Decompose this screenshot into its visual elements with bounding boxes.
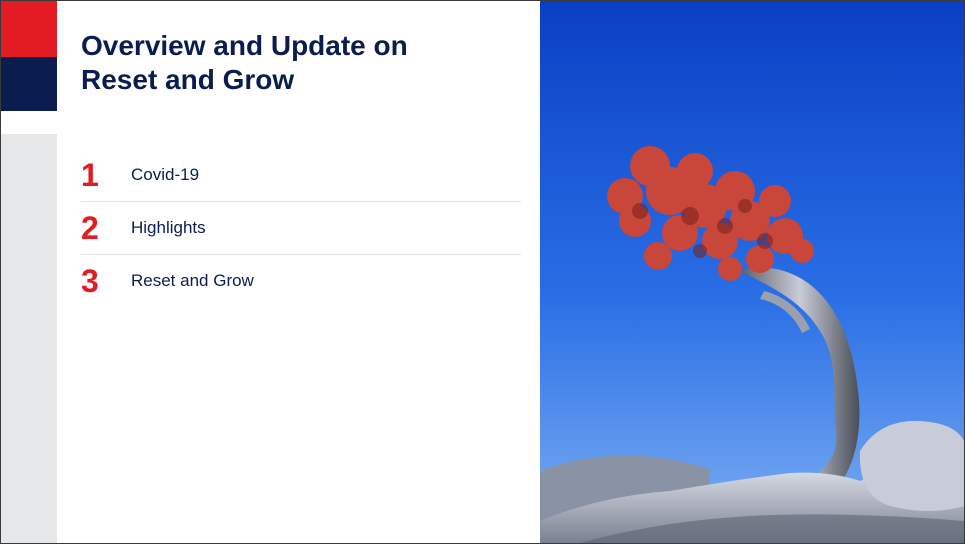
agenda-number: 1 (81, 157, 99, 193)
accent-bar-red (1, 1, 57, 57)
slide: Overview and Update on Reset and Grow 1 … (0, 0, 965, 544)
side-bar-grey (1, 134, 57, 543)
title-line-1: Overview and Update on (81, 30, 408, 61)
rock-boulder (859, 420, 964, 511)
agenda-number: 3 (81, 263, 99, 299)
tree-photo (540, 1, 964, 543)
slide-title: Overview and Update on Reset and Grow (81, 29, 521, 97)
tree-photo-svg (540, 1, 964, 543)
title-line-2: Reset and Grow (81, 64, 295, 95)
agenda-item-covid: 1 Covid-19 (81, 149, 521, 202)
agenda-item-highlights: 2 Highlights (81, 202, 521, 255)
agenda-list: 1 Covid-19 2 Highlights 3 Reset and Grow (81, 149, 521, 307)
agenda-item-reset-and-grow: 3 Reset and Grow (81, 255, 521, 307)
agenda-number: 2 (81, 210, 99, 246)
agenda-label: Covid-19 (131, 165, 200, 184)
agenda-label: Reset and Grow (131, 271, 254, 290)
accent-bar-navy (1, 57, 57, 111)
agenda-label: Highlights (131, 218, 206, 237)
